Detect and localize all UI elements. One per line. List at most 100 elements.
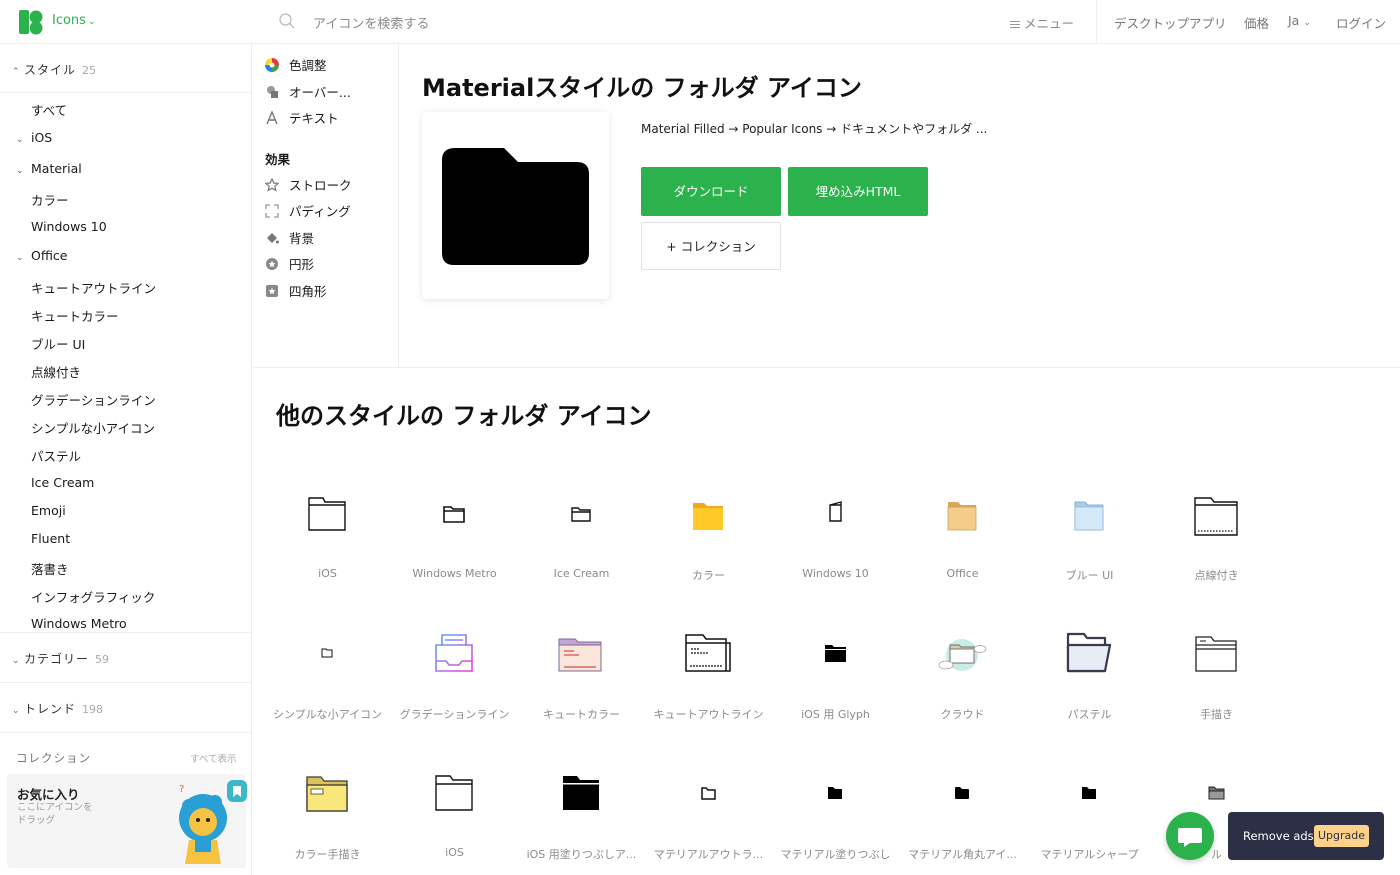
category-head-label: カテゴリー [24, 652, 90, 666]
sidebar-item[interactable]: Windows Metro [31, 616, 127, 631]
option-overlay[interactable]: オーバー... [265, 82, 351, 101]
sidebar-item[interactable]: Ice Cream [31, 475, 94, 490]
brand-dropdown[interactable]: Icons ⌄ [52, 13, 96, 28]
option-stroke[interactable]: ストローク [265, 175, 352, 194]
sidebar-item[interactable]: 落書き [31, 559, 69, 578]
divider [0, 732, 251, 733]
sidebar-item[interactable]: インフォグラフィック [31, 587, 155, 606]
remove-ads-banner[interactable]: Remove ads Upgrade [1228, 812, 1384, 860]
pricing-link[interactable]: 価格 [1244, 13, 1269, 32]
chat-button[interactable] [1166, 812, 1214, 860]
icon-card[interactable]: マテリアルシャープ [1026, 741, 1153, 875]
sidebar-group-office[interactable]: ⌄ Office [16, 248, 68, 263]
icon-card[interactable]: iOS 用塗りつぶしア... [518, 741, 645, 875]
desktop-app-link[interactable]: デスクトップアプリ [1114, 13, 1227, 32]
option-text[interactable]: テキスト [265, 108, 339, 127]
option-label: 色調整 [289, 58, 327, 73]
option-padding[interactable]: パディング [265, 201, 351, 220]
option-circle[interactable]: 円形 [265, 254, 314, 273]
style-section-header[interactable]: ⌃ スタイル 25 [12, 61, 96, 78]
option-color-adjust[interactable]: 色調整 [265, 55, 327, 74]
icon-card[interactable]: パステル [1026, 601, 1153, 741]
icon-card[interactable]: マテリアルアウトラ... [645, 741, 772, 875]
icon-label: キュートアウトライン [653, 708, 764, 721]
option-label: 四角形 [289, 284, 327, 299]
icon-card[interactable]: iOS [391, 741, 518, 875]
sidebar-item[interactable]: キュートアウトライン [31, 278, 156, 297]
divider [1096, 0, 1097, 44]
add-collection-button[interactable]: + コレクション [641, 222, 781, 270]
folder-cute-outline-icon [685, 634, 731, 672]
chevron-down-icon: ⌄ [16, 135, 24, 145]
icon-card[interactable]: Windows 10 [772, 462, 899, 602]
sidebar-item[interactable]: Emoji [31, 503, 66, 518]
icon-card[interactable]: Ice Cream [518, 462, 645, 602]
icon-card[interactable]: iOS 用 Glyph [772, 601, 899, 741]
login-link[interactable]: ログイン [1336, 13, 1386, 32]
brand-label: Icons [52, 13, 86, 28]
icon-label: 点線付き [1194, 569, 1239, 582]
icon-label: iOS 用 Glyph [801, 708, 870, 721]
icon-card[interactable]: 点線付き [1153, 462, 1280, 602]
icon-card[interactable]: Windows Metro [391, 462, 518, 602]
upgrade-button[interactable]: Upgrade [1314, 825, 1369, 847]
chevron-down-icon: ⌄ [12, 656, 21, 666]
icons8-logo-icon[interactable] [18, 9, 44, 35]
divider [0, 682, 251, 683]
option-background[interactable]: 背景 [265, 228, 314, 247]
sidebar-item[interactable]: グラデーションライン [31, 390, 156, 409]
option-square[interactable]: 四角形 [265, 281, 327, 300]
chevron-down-icon: ⌄ [1303, 18, 1311, 28]
folder-dotted-icon [1194, 497, 1238, 536]
sidebar-group-ios[interactable]: ⌄ iOS [16, 130, 52, 145]
folder-small-icon [321, 648, 333, 658]
remove-ads-label: Remove ads [1243, 829, 1314, 843]
chat-bubble-icon [1178, 828, 1202, 847]
star-outline-icon [265, 178, 279, 192]
sidebar-item[interactable]: シンプルな小アイコン [31, 418, 155, 437]
icon-card[interactable]: キュートアウトライン [645, 601, 772, 741]
trend-section-header[interactable]: ⌄ トレンド 198 [12, 700, 103, 717]
folder-win10-icon [829, 501, 842, 522]
icon-card[interactable]: シンプルな小アイコン [264, 601, 391, 741]
sidebar-item[interactable]: パステル [31, 446, 81, 465]
sidebar-item[interactable]: 点線付き [31, 362, 81, 381]
icon-preview[interactable] [422, 112, 609, 299]
folder-ice-cream-icon [571, 507, 591, 522]
breadcrumb[interactable]: Material Filled → Popular Icons → ドキュメント… [641, 120, 987, 137]
folder-ios-glyph-icon [825, 645, 846, 662]
sidebar-item-color[interactable]: カラー [31, 190, 69, 209]
sidebar-item[interactable]: キュートカラー [31, 306, 119, 325]
style-count: 25 [82, 64, 97, 77]
icon-card[interactable]: Office [899, 462, 1026, 602]
sidebar-item-windows10[interactable]: Windows 10 [31, 219, 107, 234]
icon-card[interactable]: ブルー UI [1026, 462, 1153, 602]
language-select[interactable]: Ja ⌄ [1288, 13, 1311, 28]
icon-card[interactable]: マテリアル塗りつぶし [772, 741, 899, 875]
icon-card[interactable]: iOS [264, 462, 391, 602]
favorites-card[interactable]: お気に入り ここにアイコンをドラッグ ? [7, 774, 247, 868]
sidebar-item-all[interactable]: すべて [31, 100, 67, 119]
divider [0, 632, 251, 633]
embed-html-button[interactable]: 埋め込みHTML [788, 167, 928, 216]
icon-card[interactable]: キュートカラー [518, 601, 645, 741]
sidebar-item[interactable]: ブルー UI [31, 334, 85, 353]
folder-blue-ui-icon [1074, 501, 1104, 531]
icon-label: パステル [1067, 708, 1112, 721]
icon-card[interactable]: クラウド [899, 601, 1026, 741]
menu-button[interactable]: メニュー [1010, 13, 1074, 32]
trend-head-label: トレンド [24, 702, 77, 716]
category-section-header[interactable]: ⌄ カテゴリー 59 [12, 650, 109, 667]
search-icon [279, 13, 295, 29]
category-count: 59 [95, 653, 110, 666]
download-button[interactable]: ダウンロード [641, 167, 781, 216]
icon-card[interactable]: グラデーションライン [391, 601, 518, 741]
icon-card[interactable]: 手描き [1153, 601, 1280, 741]
sidebar-item[interactable]: Fluent [31, 531, 70, 546]
icon-card[interactable]: マテリアル角丸アイ... [899, 741, 1026, 875]
collection-show-all-link[interactable]: すべて表示 [190, 751, 236, 765]
icon-card[interactable]: カラー [645, 462, 772, 602]
sidebar-group-material[interactable]: ⌄ Material [16, 161, 82, 176]
icon-card[interactable]: カラー手描き [264, 741, 391, 875]
search-input[interactable]: アイコンを検索する [313, 13, 429, 32]
